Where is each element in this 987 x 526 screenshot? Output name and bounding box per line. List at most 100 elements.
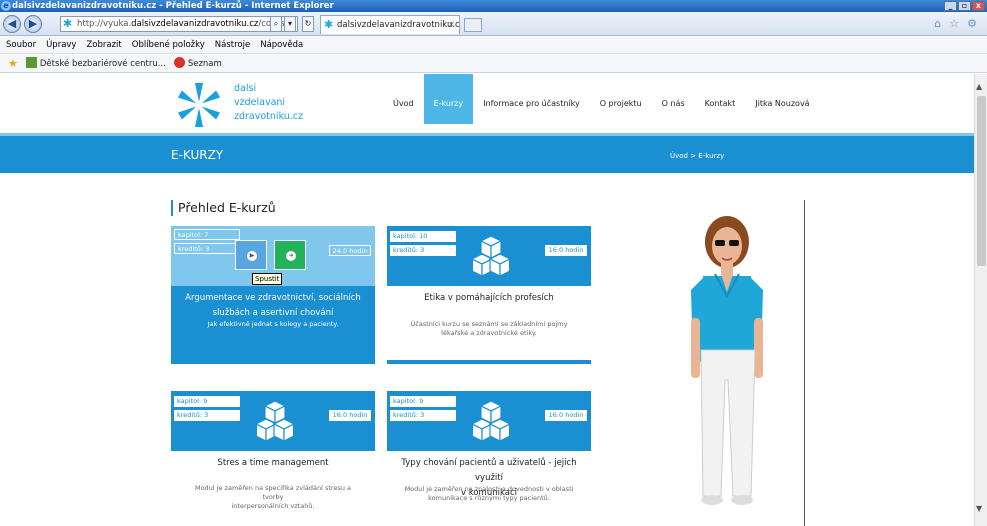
vertical-scrollbar[interactable]: ▲ ▼	[974, 74, 987, 526]
home-icon[interactable]: ⌂	[934, 17, 941, 30]
web-page: dalsi vzdelavani zdravotniku.cz Úvod E-k…	[0, 74, 974, 526]
title-line: službách a asertivní chování	[212, 308, 334, 318]
cubes-icon	[473, 400, 509, 442]
logo-line: vzdelavani	[234, 97, 286, 108]
credits-badge: kreditů: 3	[174, 410, 240, 421]
menu-item-zobrazit[interactable]: Zobrazit	[86, 36, 121, 53]
nav-e-kurzy[interactable]: E-kurzy	[423, 74, 474, 124]
scroll-down-icon[interactable]: ▼	[976, 504, 982, 513]
hours-badge: 16.0 hodin	[329, 410, 371, 421]
desc-line: Účastníci kurzu se seznámí se základními…	[410, 320, 568, 328]
chapters-badge: kapitol: 10	[390, 231, 456, 242]
window-title-bar: e dalsivzdelavanizdravotniku.cz - Přehle…	[0, 0, 987, 12]
favorite-link-deti[interactable]: Dětské bezbariérové centru...	[25, 55, 166, 73]
menu-item-soubor[interactable]: Soubor	[6, 36, 36, 53]
start-button[interactable]: ➜	[274, 240, 306, 270]
maximize-button[interactable]: ▫	[958, 1, 971, 11]
course-title[interactable]: Argumentace ve zdravotnictví, sociálních…	[171, 291, 375, 321]
logo-line: zdravotniku.cz	[234, 111, 304, 122]
seznam-icon	[173, 56, 185, 68]
address-bar[interactable]: ✱ http://vyuka.dalsivzdelavanizdravotnik…	[60, 16, 298, 32]
course-description: Jak efektivně jednat s kolegy a pacienty…	[185, 320, 361, 329]
course-description: Účastníci kurzu se seznámí se základními…	[401, 320, 577, 338]
minimize-button[interactable]: _	[944, 1, 957, 11]
new-tab-button[interactable]	[464, 18, 482, 32]
cubes-icon	[257, 400, 293, 442]
desc-line: komunikace s různými typy pacientů.	[428, 494, 550, 502]
tab-title: dalsivzdelavanizdravotniku.c...	[337, 20, 460, 30]
course-description: Modul je zaměřen na znalosti a dovednost…	[401, 485, 577, 503]
tooltip: Spustit	[252, 273, 283, 285]
cubes-icon	[473, 235, 509, 277]
course-card[interactable]: kapitol: 9 kreditů: 3 16.0 hodin Stres a…	[171, 391, 375, 526]
course-title[interactable]: Etika v pomáhajících profesích	[387, 291, 591, 306]
card-bottom-bar	[387, 360, 591, 364]
credits-badge: kreditů: 3	[390, 410, 456, 421]
address-prefix: http://vyuka.	[77, 19, 132, 29]
hours-badge: 16.0 hodin	[545, 410, 587, 421]
chapters-badge: kapitol: 7	[174, 229, 240, 240]
title-line: Typy chování pacientů a uživatelů - jeji…	[401, 458, 577, 483]
window-title: dalsivzdelavanizdravotniku.cz - Přehled …	[12, 1, 334, 11]
refresh-button[interactable]: ↻	[302, 16, 314, 32]
title-line: Etika v pomáhajících profesích	[424, 293, 554, 303]
site-logo-icon[interactable]	[172, 80, 227, 130]
breadcrumb[interactable]: Úvod > E-kurzy	[670, 152, 724, 160]
chapters-badge: kapitol: 9	[174, 396, 240, 407]
menu-item-napoveda[interactable]: Nápověda	[260, 36, 303, 53]
site-nav: Úvod E-kurzy Informace pro účastníky O p…	[383, 74, 820, 124]
page-banner: E-KURZY Úvod > E-kurzy	[0, 133, 974, 173]
menu-item-nastroje[interactable]: Nástroje	[215, 36, 250, 53]
banner-title: E-KURZY	[171, 148, 224, 162]
favorites-star-icon[interactable]: ☆	[949, 17, 959, 30]
course-card[interactable]: kapitol: 10 kreditů: 3 16.0 hodin Etika …	[387, 226, 591, 364]
desc-line: Modul je zaměřen na specifika zvládání s…	[194, 484, 352, 501]
play-icon: ▶	[247, 251, 257, 261]
favorites-bar: ★ Dětské bezbariérové centru... Seznam	[0, 55, 987, 73]
page-icon	[25, 56, 37, 68]
nav-informace[interactable]: Informace pro účastníky	[473, 74, 590, 124]
arrow-right-icon: ➜	[286, 251, 296, 261]
section-title: Přehled E-kurzů	[171, 200, 276, 216]
credits-badge: kreditů: 3	[390, 245, 456, 256]
menu-item-upravy[interactable]: Úpravy	[46, 36, 76, 53]
logo-line: dalsi	[234, 83, 257, 94]
scroll-up-icon[interactable]: ▲	[976, 82, 982, 91]
tab-close-icon[interactable]: ×	[448, 16, 455, 34]
menu-item-oblibene[interactable]: Oblíbené položky	[132, 36, 205, 53]
favorites-star-icon[interactable]: ★	[8, 55, 18, 73]
nav-kontakt[interactable]: Kontakt	[695, 74, 746, 124]
site-favicon-icon: ✱	[63, 17, 73, 30]
chapters-badge: kapitol: 9	[390, 396, 456, 407]
desc-line: Modul je zaměřen na znalosti a dovednost…	[404, 485, 574, 493]
address-domain: dalsivzdelavanizdravotniku.cz	[131, 19, 259, 29]
close-window-button[interactable]: x	[972, 1, 985, 11]
course-title[interactable]: Stres a time management	[171, 456, 375, 471]
menu-bar: Soubor Úpravy Zobrazit Oblíbené položky …	[0, 36, 987, 54]
course-description: Modul je zaměřen na specifika zvládání s…	[185, 484, 361, 511]
desc-line: interpersonálních vztahů.	[231, 502, 315, 510]
ie-logo-icon: e	[1, 1, 11, 11]
address-dropdown-button[interactable]: ▾	[284, 16, 296, 32]
site-logo-text[interactable]: dalsi vzdelavani zdravotniku.cz	[234, 82, 303, 124]
nav-o-nas[interactable]: O nás	[652, 74, 695, 124]
course-card[interactable]: kapitol: 7 kreditů: 3 24.0 hodin ▶ ➜ Spu…	[171, 226, 375, 364]
avatar-panel	[655, 200, 805, 526]
scrollbar-thumb[interactable]	[977, 96, 986, 266]
nav-uvod[interactable]: Úvod	[383, 74, 424, 124]
title-line: Argumentace ve zdravotnictví, sociálních	[185, 293, 361, 303]
settings-gear-icon[interactable]: ⚙	[967, 17, 977, 30]
nav-user[interactable]: Jitka Nouzová	[745, 74, 819, 124]
search-icon[interactable]: ⌕	[270, 16, 282, 32]
course-card[interactable]: kapitol: 9 kreditů: 3 16.0 hodin Typy ch…	[387, 391, 591, 526]
forward-button[interactable]: ▶	[24, 15, 42, 33]
hours-badge: 16.0 hodin	[545, 245, 587, 256]
favorite-link-seznam[interactable]: Seznam	[173, 55, 222, 73]
favorite-label: Seznam	[187, 58, 222, 69]
nav-o-projektu[interactable]: O projektu	[590, 74, 652, 124]
browser-tab[interactable]: ✱ dalsivzdelavanizdravotniku.c... ×	[320, 15, 460, 34]
back-button[interactable]: ◀	[3, 15, 21, 33]
preview-button[interactable]: ▶	[235, 240, 267, 270]
desc-line: Jak efektivně jednat s kolegy a pacienty…	[207, 320, 339, 328]
credits-badge: kreditů: 3	[174, 243, 240, 254]
